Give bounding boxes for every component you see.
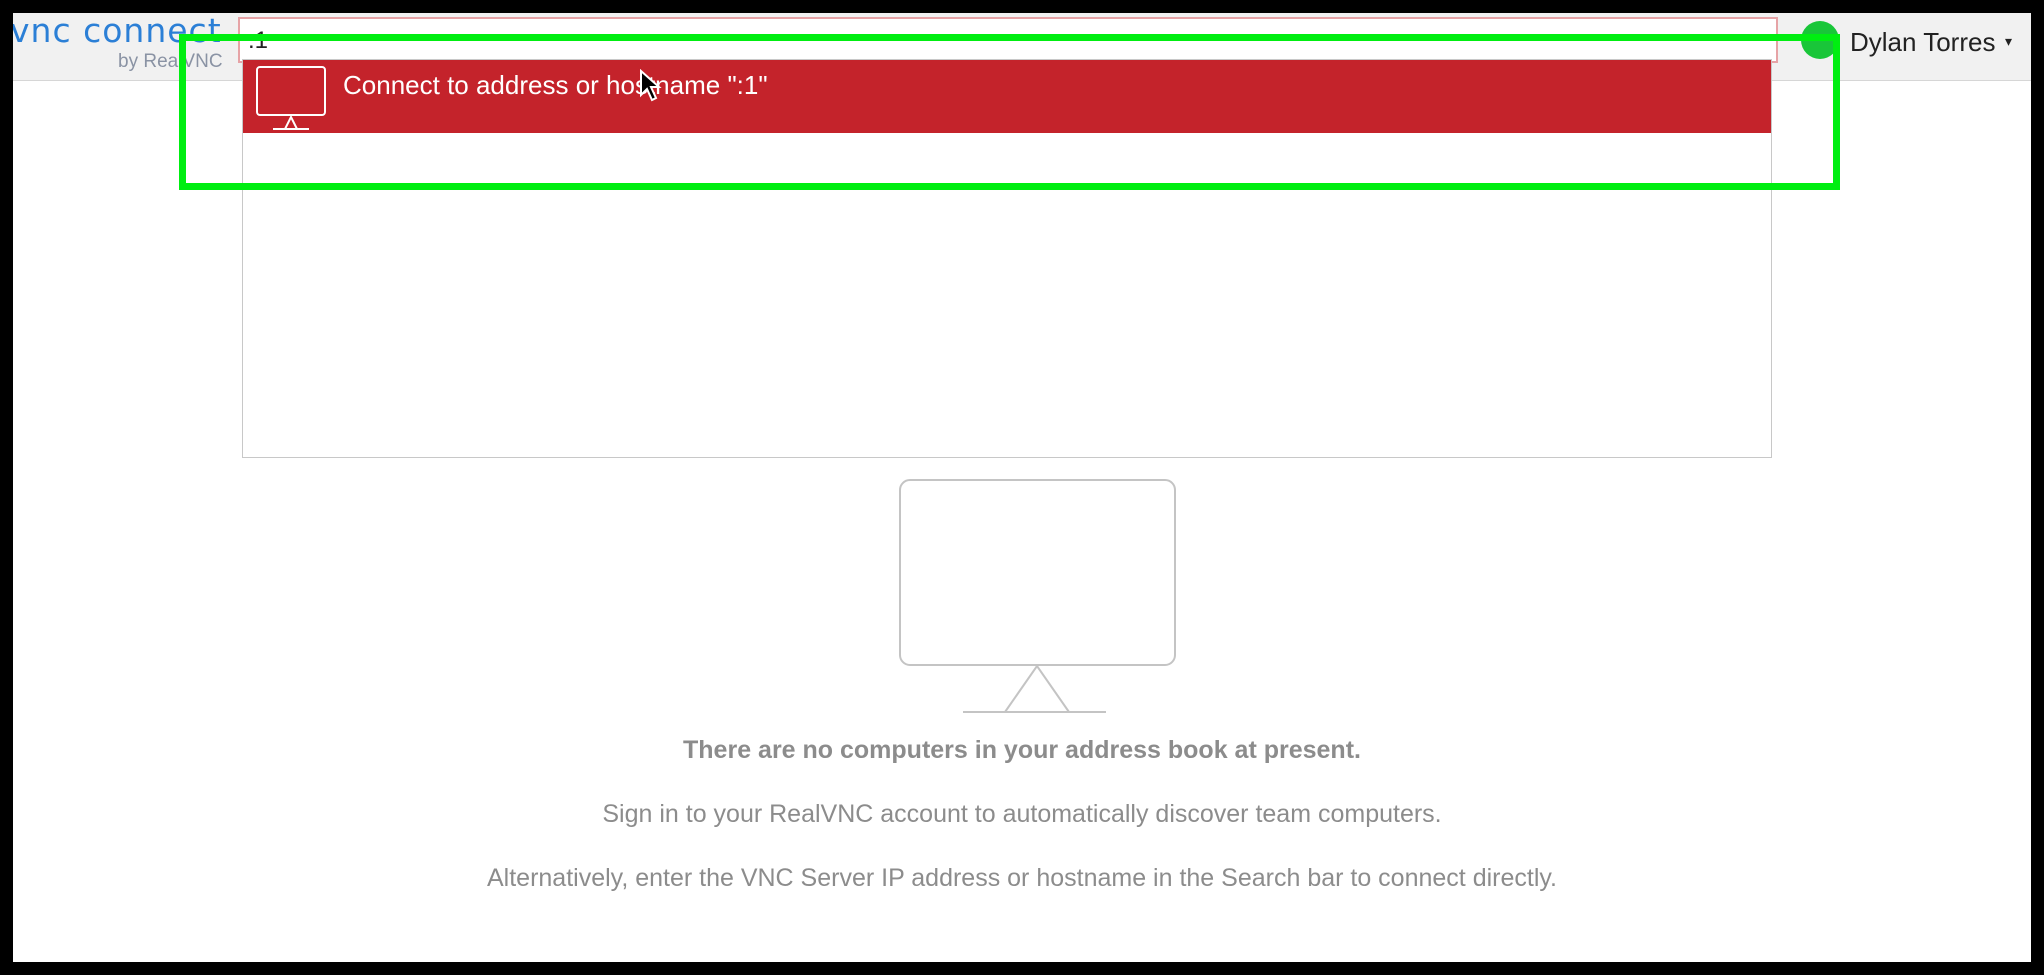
user-status-icon [1801, 21, 1839, 59]
vnc-viewer-window: vnc connect by RealVNC Dylan Torres ▾ Co… [13, 13, 2031, 962]
search-suggestions-dropdown: Connect to address or hostname ":1" [242, 59, 1772, 458]
monitor-icon [256, 66, 326, 130]
search-input[interactable] [248, 27, 1748, 55]
search-bar[interactable] [238, 17, 1778, 63]
chevron-down-icon[interactable]: ▾ [2005, 33, 2012, 50]
user-menu[interactable]: Dylan Torres ▾ [1801, 21, 2026, 61]
suggestion-label: Connect to address or hostname ":1" [343, 70, 768, 100]
monitor-icon [899, 479, 1176, 713]
suggestion-connect-address[interactable]: Connect to address or hostname ":1" [243, 60, 1771, 133]
user-name: Dylan Torres [1850, 27, 1996, 57]
logo-text: vnc connect [13, 13, 222, 50]
empty-state-search-hint: Alternatively, enter the VNC Server IP a… [487, 864, 1557, 892]
empty-state-sign-in-text: Sign in to your RealVNC account to autom… [602, 800, 1442, 828]
vnc-connect-logo: vnc connect by RealVNC [13, 13, 240, 73]
empty-state-title: There are no computers in your address b… [683, 736, 1361, 764]
logo-subtext: by RealVNC [118, 51, 223, 72]
